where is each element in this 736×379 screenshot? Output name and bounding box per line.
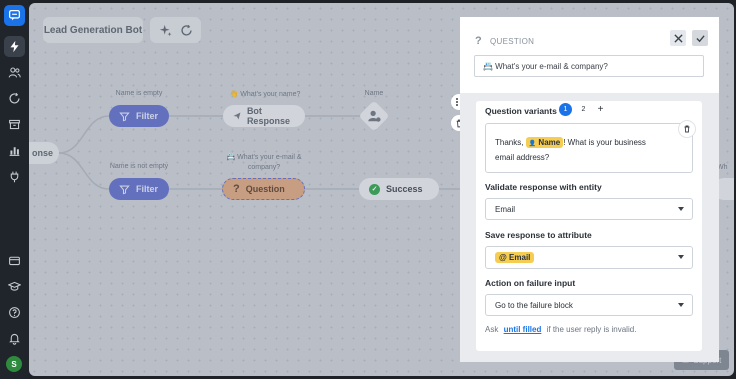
- panel-header-title: QUESTION: [490, 37, 535, 46]
- variant-tab-1-label: 1: [563, 106, 568, 113]
- failure-action-select[interactable]: Go to the failure block: [485, 294, 693, 316]
- analytics-chart-icon[interactable]: [4, 140, 25, 161]
- validate-label: Validate response with entity: [485, 182, 602, 192]
- chevron-down-icon: [678, 303, 684, 307]
- close-button[interactable]: [670, 30, 686, 46]
- chevron-down-icon: [678, 255, 684, 259]
- check-icon: [695, 34, 705, 42]
- save-attribute-value: Email: [509, 253, 531, 262]
- failure-label: Action on failure input: [485, 278, 576, 288]
- academy-cap-icon[interactable]: [4, 276, 25, 297]
- integrations-plug-icon[interactable]: [4, 166, 25, 187]
- panel-header: ? QUESTION 📇 What's your e-mail & compan…: [460, 17, 719, 93]
- notifications-bell-icon[interactable]: [4, 328, 25, 349]
- users-icon[interactable]: [4, 62, 25, 83]
- confirm-button[interactable]: [692, 30, 708, 46]
- at-sign-icon: @: [499, 253, 507, 262]
- billing-card-icon[interactable]: [4, 250, 25, 271]
- logo-chat-icon[interactable]: [4, 5, 25, 26]
- avatar-initial: S: [11, 359, 17, 369]
- save-label: Save response to attribute: [485, 230, 592, 240]
- block-title-input[interactable]: 📇 What's your e-mail & company?: [474, 55, 704, 77]
- add-variant-button[interactable]: +: [594, 103, 607, 116]
- attribute-tag-email: @ Email: [495, 252, 535, 263]
- message-editor[interactable]: Thanks, 👤 Name! What is your business em…: [485, 120, 696, 173]
- delete-message-button[interactable]: [678, 120, 696, 138]
- archive-icon[interactable]: [4, 114, 25, 135]
- user-attr-icon: 👤: [528, 141, 537, 147]
- question-settings-panel: ? QUESTION 📇 What's your e-mail & compan…: [460, 17, 719, 362]
- failure-hint: Ask until filled if the user reply is in…: [485, 325, 636, 334]
- variant-tab-2-label: 2: [581, 106, 586, 113]
- message-text-before: Thanks,: [495, 138, 524, 147]
- question-type-icon: ?: [475, 35, 482, 47]
- hint-pre: Ask: [485, 325, 499, 334]
- add-variant-label: +: [597, 104, 604, 115]
- close-icon: [673, 33, 683, 43]
- failure-action-value: Go to the failure block: [495, 300, 573, 310]
- chevron-down-icon: [678, 207, 684, 211]
- left-nav-rail: S: [0, 0, 29, 379]
- avatar[interactable]: S: [6, 356, 22, 372]
- hint-post: if the user reply is invalid.: [546, 325, 637, 334]
- variants-label: Question variants: [485, 106, 557, 116]
- variant-tab-1[interactable]: 1: [559, 103, 572, 116]
- question-variants-card: Question variants 1 2 + Thanks, 👤 Name! …: [476, 101, 702, 351]
- save-attribute-select[interactable]: @ Email: [485, 246, 693, 269]
- validate-entity-select[interactable]: Email: [485, 198, 693, 220]
- trash-icon: [684, 125, 690, 133]
- attribute-tag-label: Name: [538, 138, 561, 147]
- validate-entity-value: Email: [495, 204, 516, 214]
- variant-tab-2[interactable]: 2: [577, 103, 590, 116]
- automations-bolt-icon[interactable]: [4, 36, 25, 57]
- until-filled-link[interactable]: until filled: [504, 325, 542, 334]
- attribute-tag-name[interactable]: 👤 Name: [525, 137, 564, 148]
- chat-refresh-icon[interactable]: [4, 88, 25, 109]
- block-title-text: 📇 What's your e-mail & company?: [483, 61, 608, 71]
- help-icon[interactable]: [4, 302, 25, 323]
